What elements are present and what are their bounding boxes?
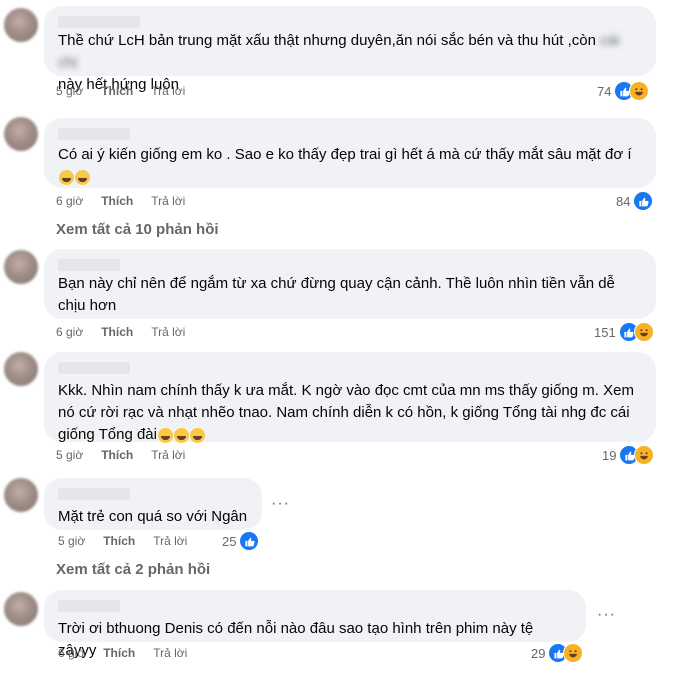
view-replies-link[interactable]: Xem tất cả 2 phản hồi <box>56 561 210 578</box>
avatar[interactable] <box>4 478 38 512</box>
comment-bubble: Kkk. Nhìn nam chính thấy k ưa mắt. K ngờ… <box>44 352 656 443</box>
reaction-summary[interactable]: 84 <box>616 191 654 211</box>
sad-icon <box>75 169 90 185</box>
like-button[interactable]: Thích <box>101 325 133 339</box>
like-icon <box>633 191 654 211</box>
avatar[interactable] <box>4 250 38 284</box>
commenter-name[interactable] <box>58 600 120 612</box>
grin-icon <box>189 427 205 443</box>
commenter-name[interactable] <box>58 16 140 28</box>
comment-bubble: Mặt trẻ con quá so với Ngân <box>44 478 262 530</box>
haha-icon <box>634 445 655 465</box>
comment-meta: 6 giờ Thích Trả lời <box>56 194 203 208</box>
reaction-summary[interactable]: 74 <box>597 81 650 101</box>
comment-text: Kkk. Nhìn nam chính thấy k ưa mắt. K ngờ… <box>58 382 634 443</box>
comment-meta: 6 giờ Thích Trả lời <box>58 646 205 660</box>
reaction-summary[interactable]: 25 <box>222 531 260 551</box>
reply-button[interactable]: Trả lời <box>151 448 185 462</box>
like-button[interactable]: Thích <box>101 194 133 208</box>
comment-bubble: Thề chứ LcH bản trung mặt xấu thật nhưng… <box>44 6 656 93</box>
avatar[interactable] <box>4 8 38 42</box>
comment-time[interactable]: 6 giờ <box>56 194 83 208</box>
grin-icon <box>173 427 189 443</box>
reaction-count: 151 <box>594 324 616 340</box>
comment-time[interactable]: 5 giờ <box>56 84 83 98</box>
haha-icon <box>633 322 654 342</box>
reply-button[interactable]: Trả lời <box>151 325 185 339</box>
reply-button[interactable]: Trả lời <box>153 534 187 548</box>
reply-button[interactable]: Trả lời <box>151 194 185 208</box>
comment-text: Bạn này chỉ nên để ngắm từ xa chứ đừng q… <box>58 275 615 314</box>
comment-meta: 6 giờ Thích Trả lời <box>56 325 203 339</box>
comment-time[interactable]: 5 giờ <box>58 534 85 548</box>
comment-bubble: Có ai ý kiến giống em ko . Sao e ko thấy… <box>44 118 656 188</box>
view-replies-link[interactable]: Xem tất cả 10 phản hồi <box>56 221 219 238</box>
avatar[interactable] <box>4 352 38 386</box>
comment-text: Mặt trẻ con quá so với Ngân <box>58 508 248 525</box>
comment-bubble: Trời ơi bthuong Denis có đến nỗi nào đâu… <box>44 590 586 659</box>
reaction-count: 74 <box>597 83 612 99</box>
comment-time[interactable]: 5 giờ <box>56 448 83 462</box>
reaction-count: 25 <box>222 533 237 549</box>
sad-icon <box>59 169 74 185</box>
reaction-count: 29 <box>531 645 546 661</box>
avatar[interactable] <box>4 592 38 626</box>
haha-icon <box>563 643 584 663</box>
grin-icon <box>157 427 173 443</box>
commenter-name[interactable] <box>58 128 130 140</box>
reaction-count: 84 <box>616 193 631 209</box>
comment-bubble: Bạn này chỉ nên để ngắm từ xa chứ đừng q… <box>44 249 656 319</box>
comment-time[interactable]: 6 giờ <box>56 325 83 339</box>
commenter-name[interactable] <box>58 259 120 271</box>
commenter-name[interactable] <box>58 362 130 374</box>
like-button[interactable]: Thích <box>103 646 135 660</box>
like-button[interactable]: Thích <box>101 448 133 462</box>
more-options-button[interactable]: ··· <box>597 606 616 624</box>
like-button[interactable]: Thích <box>103 534 135 548</box>
reply-button[interactable]: Trả lời <box>153 646 187 660</box>
comment-meta: 5 giờ Thích Trả lời <box>58 534 205 548</box>
comment-meta: 5 giờ Thích Trả lời <box>56 448 203 462</box>
commenter-name[interactable] <box>58 488 130 500</box>
comment-time[interactable]: 6 giờ <box>58 646 85 660</box>
avatar[interactable] <box>4 117 38 151</box>
more-options-button[interactable]: ··· <box>271 495 290 513</box>
reaction-count: 19 <box>602 447 617 463</box>
like-icon <box>239 531 260 551</box>
haha-icon <box>629 81 650 101</box>
comment-text: Có ai ý kiến giống em ko . Sao e ko thấy… <box>58 144 642 188</box>
comment-meta: 5 giờ Thích Trả lời <box>56 84 203 98</box>
reply-button[interactable]: Trả lời <box>151 84 185 98</box>
reaction-summary[interactable]: 29 <box>531 643 584 663</box>
reaction-summary[interactable]: 151 <box>594 322 654 342</box>
reaction-summary[interactable]: 19 <box>602 445 655 465</box>
like-button[interactable]: Thích <box>101 84 133 98</box>
